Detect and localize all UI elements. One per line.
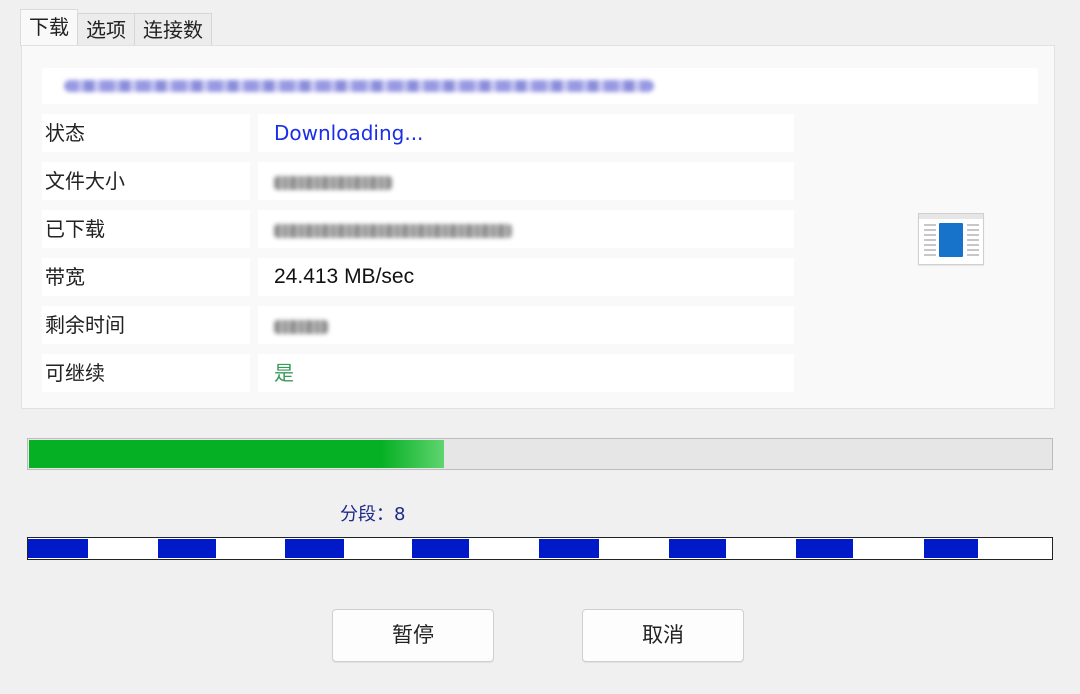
info-row-resumable: 可继续 是 [42,354,794,392]
downloaded-label: 已下载 [42,210,250,248]
download-dialog: 下载 选项 连接数 状态 Downloading... 文件大小 已下载 带宽 … [0,0,1080,694]
resumable-label: 可继续 [42,354,250,392]
segment-block [538,539,600,558]
tab-connections[interactable]: 连接数 [134,13,212,46]
download-progress-bar [27,438,1053,470]
bandwidth-value: 24.413 MB/sec [258,258,794,296]
segment-block [669,539,727,558]
info-row-status: 状态 Downloading... [42,114,794,152]
info-row-bandwidth: 带宽 24.413 MB/sec [42,258,794,296]
segment-block [412,539,470,558]
cancel-button[interactable]: 取消 [582,609,744,662]
segment-block [924,539,979,558]
file-size-label: 文件大小 [42,162,250,200]
time-left-label: 剩余时间 [42,306,250,344]
tab-bar: 下载 选项 连接数 [20,9,212,46]
tab-download[interactable]: 下载 [20,9,78,46]
download-url-field[interactable] [42,68,1038,104]
downloaded-value [258,210,794,248]
downloaded-redacted [274,223,512,238]
segment-block [796,539,854,558]
segment-block [28,539,89,558]
info-row-time-left: 剩余时间 [42,306,794,344]
segments-bar [27,537,1053,560]
url-text-redacted [64,80,654,92]
info-row-downloaded: 已下载 [42,210,794,248]
segments-count-label: 分段：8 [340,504,406,525]
tab-options[interactable]: 选项 [77,13,135,46]
download-info-panel: 状态 Downloading... 文件大小 已下载 带宽 24.413 MB/… [21,45,1055,409]
progress-fill [29,440,444,468]
time-left-value [258,306,794,344]
file-preview-icon [918,213,984,265]
segment-block [158,539,217,558]
resumable-value: 是 [258,354,794,392]
file-size-value [258,162,794,200]
file-size-redacted [274,175,392,190]
info-row-file-size: 文件大小 [42,162,794,200]
status-value: Downloading... [258,114,794,152]
time-left-redacted [274,319,328,334]
status-label: 状态 [42,114,250,152]
segment-block [285,539,345,558]
pause-button[interactable]: 暂停 [332,609,494,662]
bandwidth-label: 带宽 [42,258,250,296]
